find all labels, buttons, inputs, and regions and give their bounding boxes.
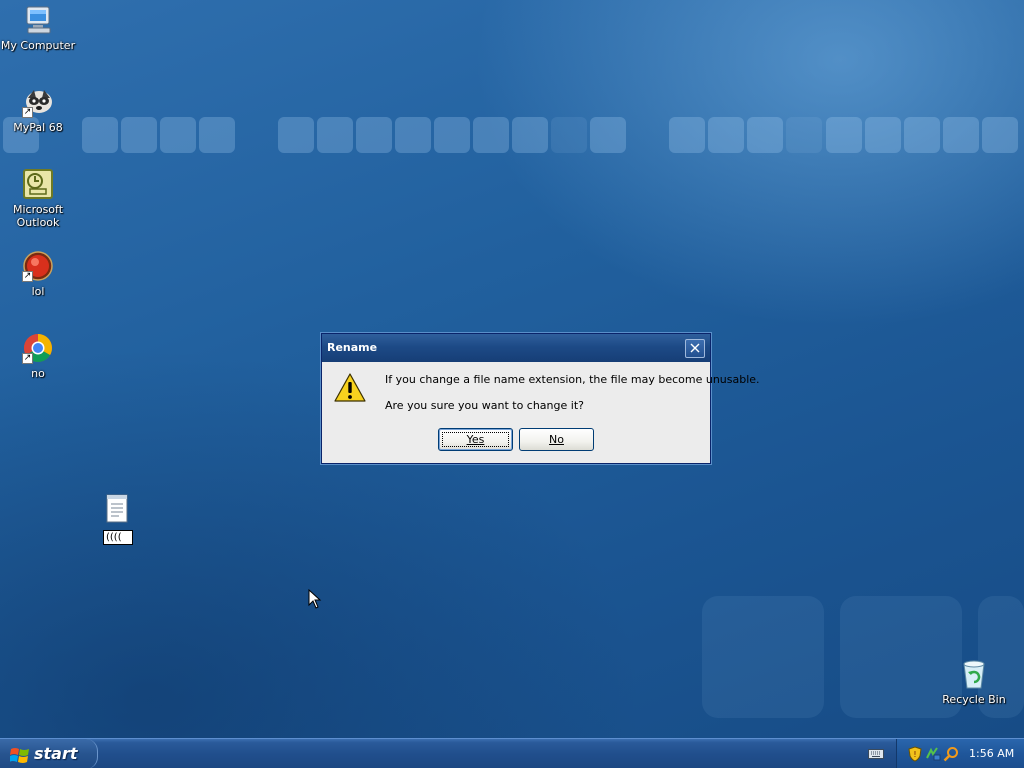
- close-button[interactable]: [685, 339, 705, 358]
- my-computer-icon: [22, 4, 54, 36]
- wallpaper-tile: [943, 117, 979, 153]
- desktop-icon-label: Recycle Bin: [942, 693, 1006, 706]
- network-icon[interactable]: [925, 746, 941, 762]
- start-label: start: [34, 744, 78, 763]
- start-button[interactable]: start: [0, 739, 98, 768]
- dialog-message: If you change a file name extension, the…: [385, 373, 760, 386]
- wallpaper-tile: [121, 117, 157, 153]
- svg-text:!: !: [913, 750, 916, 759]
- wallpaper-tile: [708, 117, 744, 153]
- wallpaper-tile: [512, 117, 548, 153]
- desktop-icon-label: My Computer: [0, 39, 76, 52]
- warning-icon: [334, 372, 366, 404]
- wallpaper-tile: [590, 117, 626, 153]
- wallpaper-tile: [317, 117, 353, 153]
- wallpaper-tile: [356, 117, 392, 153]
- wallpaper-tile: [473, 117, 509, 153]
- shortcut-arrow-icon: ↗: [22, 107, 33, 118]
- rename-dialog[interactable]: Rename If you change a file name extensi…: [321, 333, 760, 464]
- dialog-titlebar[interactable]: Rename: [322, 334, 710, 362]
- close-icon: [690, 343, 700, 353]
- chrome-icon: ↗: [22, 332, 54, 364]
- wallpaper-tile: [82, 117, 118, 153]
- wallpaper-tile: [434, 117, 470, 153]
- wallpaper-tile: [160, 117, 196, 153]
- dialog-title: Rename: [327, 341, 378, 354]
- search-icon[interactable]: [943, 746, 959, 762]
- no-button[interactable]: No: [519, 428, 594, 451]
- wallpaper-tile: [826, 117, 862, 153]
- desktop-icon-lol[interactable]: ↗ lol: [0, 250, 76, 298]
- wallpaper-tile: [865, 117, 901, 153]
- desktop-icon-mypal[interactable]: ↗ MyPal 68: [0, 86, 76, 134]
- dialog-body: If you change a file name extension, the…: [322, 362, 760, 463]
- shortcut-arrow-icon: ↗: [22, 271, 33, 282]
- wallpaper-tile: [395, 117, 431, 153]
- yes-button[interactable]: Yes: [438, 428, 513, 451]
- windows-logo-icon: [9, 745, 30, 763]
- taskbar: start ! 1:56 AM: [0, 738, 1024, 768]
- desktop-icon-no[interactable]: ↗ no: [0, 332, 76, 380]
- wallpaper-tile: [278, 117, 314, 153]
- recycle-bin-icon: [958, 658, 990, 690]
- wallpaper-tile: [551, 117, 587, 153]
- shortcut-arrow-icon: ↗: [22, 353, 33, 364]
- focus-rectangle: [442, 432, 509, 447]
- wallpaper-tile: [199, 117, 235, 153]
- mouse-cursor-icon: [308, 588, 322, 609]
- clock[interactable]: 1:56 AM: [969, 739, 1014, 768]
- outlook-icon: [22, 168, 54, 200]
- wallpaper-tile: [702, 596, 824, 718]
- desktop-icon-label: lol: [31, 285, 45, 298]
- no-button-label: No: [549, 433, 564, 446]
- keyboard-icon[interactable]: [868, 748, 884, 760]
- wallpaper-tile: [904, 117, 940, 153]
- wallpaper-tile: [669, 117, 705, 153]
- security-shield-icon[interactable]: !: [907, 746, 923, 762]
- lol-app-icon: ↗: [22, 250, 54, 282]
- rename-input[interactable]: ((((: [103, 530, 133, 545]
- desktop-icon-my-computer[interactable]: My Computer: [0, 4, 76, 52]
- mypal-icon: ↗: [22, 86, 54, 118]
- desktop[interactable]: My Computer ↗ MyPal 68 Microsoft Outlook…: [0, 0, 1024, 738]
- dialog-question: Are you sure you want to change it?: [385, 399, 584, 412]
- wallpaper-tile: [786, 117, 822, 153]
- wallpaper-tile: [982, 117, 1018, 153]
- desktop-icon-outlook[interactable]: Microsoft Outlook: [0, 168, 76, 229]
- desktop-icon-label: Microsoft Outlook: [12, 203, 64, 229]
- desktop-icon-label: MyPal 68: [13, 121, 63, 134]
- desktop-icon-label: no: [31, 367, 45, 380]
- desktop-icon-recycle-bin[interactable]: Recycle Bin: [936, 658, 1012, 706]
- text-document-icon[interactable]: [104, 494, 130, 524]
- system-tray: ! 1:56 AM: [896, 739, 1024, 768]
- wallpaper-tile: [747, 117, 783, 153]
